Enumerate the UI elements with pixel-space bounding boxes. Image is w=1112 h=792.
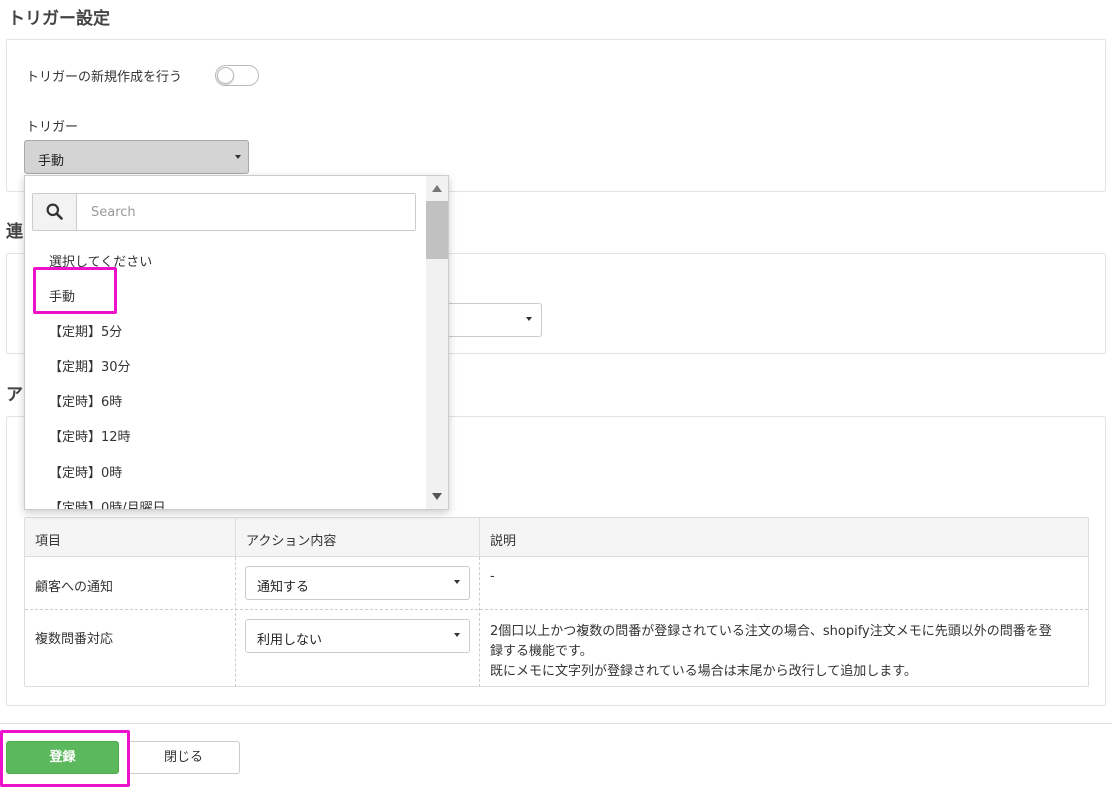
column-divider	[235, 557, 236, 687]
customer-notify-value: 通知する	[257, 580, 310, 595]
row-divider	[25, 609, 1088, 610]
highlight-box	[33, 267, 117, 314]
search-icon	[33, 194, 77, 230]
highlight-box	[0, 730, 130, 787]
scroll-down-arrow-icon[interactable]	[432, 493, 442, 500]
close-button[interactable]: 閉じる	[127, 741, 240, 774]
column-divider	[479, 518, 480, 557]
description-line: 既にメモに文字列が登録されている場合は末尾から改行して追加します。	[490, 664, 917, 679]
dropdown-scrollbar[interactable]	[426, 176, 448, 509]
row-description: 2個口以上かつ複数の問番が登録されている注文の場合、shopify注文メモに先頭…	[490, 622, 1080, 682]
description-line: 録する機能です。	[490, 644, 593, 659]
description-line: 2個口以上かつ複数の問番が登録されている注文の場合、shopify注文メモに先頭…	[490, 624, 1052, 639]
dropdown-option[interactable]: 【定期】5分	[49, 321, 122, 340]
dropdown-option[interactable]: 【定時】6時	[49, 391, 122, 410]
search-input[interactable]	[78, 194, 415, 230]
trigger-dropdown: 選択してください 手動 【定期】5分 【定期】30分 【定時】6時 【定時】12…	[24, 175, 449, 510]
row-item-customer-notify: 顧客への通知	[35, 580, 114, 595]
chevron-down-icon	[454, 633, 460, 637]
table-header	[25, 518, 1088, 557]
multi-tracking-select[interactable]: 利用しない	[245, 619, 470, 653]
action-table: 項目 アクション内容 説明 顧客への通知 通知する - 複数問番対応 利用しない…	[24, 517, 1089, 687]
header-description: 説明	[490, 534, 517, 549]
dropdown-option[interactable]: 【定時】0時	[49, 462, 122, 481]
dropdown-option[interactable]: 【定時】12時	[49, 426, 131, 445]
new-trigger-toggle[interactable]	[215, 65, 259, 86]
scroll-up-arrow-icon[interactable]	[432, 185, 442, 192]
row-description: -	[490, 569, 495, 584]
footer-divider	[0, 723, 1112, 724]
column-divider	[479, 557, 480, 687]
multi-tracking-value: 利用しない	[257, 633, 323, 648]
linked-select[interactable]	[440, 303, 542, 337]
chevron-down-icon	[454, 580, 460, 584]
header-item: 項目	[35, 534, 62, 549]
trigger-field-label: トリガー	[26, 120, 79, 135]
trigger-select-value: 手動	[38, 154, 65, 169]
row-item-multi-tracking: 複数問番対応	[35, 632, 114, 647]
trigger-settings-title: トリガー設定	[8, 9, 110, 29]
column-divider	[235, 518, 236, 557]
header-action: アクション内容	[246, 534, 337, 549]
dropdown-search	[32, 193, 416, 231]
chevron-down-icon	[526, 317, 532, 321]
chevron-down-icon	[235, 155, 241, 159]
action-section-title: ア	[6, 385, 23, 405]
customer-notify-select[interactable]: 通知する	[245, 566, 470, 600]
dropdown-option[interactable]: 【定期】30分	[49, 356, 131, 375]
trigger-select[interactable]: 手動	[24, 140, 249, 174]
new-trigger-label: トリガーの新規作成を行う	[26, 70, 183, 85]
linked-section-title: 連	[6, 222, 23, 242]
scrollbar-thumb[interactable]	[426, 201, 448, 259]
dropdown-option[interactable]: 【定時】0時/月曜日	[49, 497, 166, 509]
toggle-knob	[217, 67, 234, 84]
